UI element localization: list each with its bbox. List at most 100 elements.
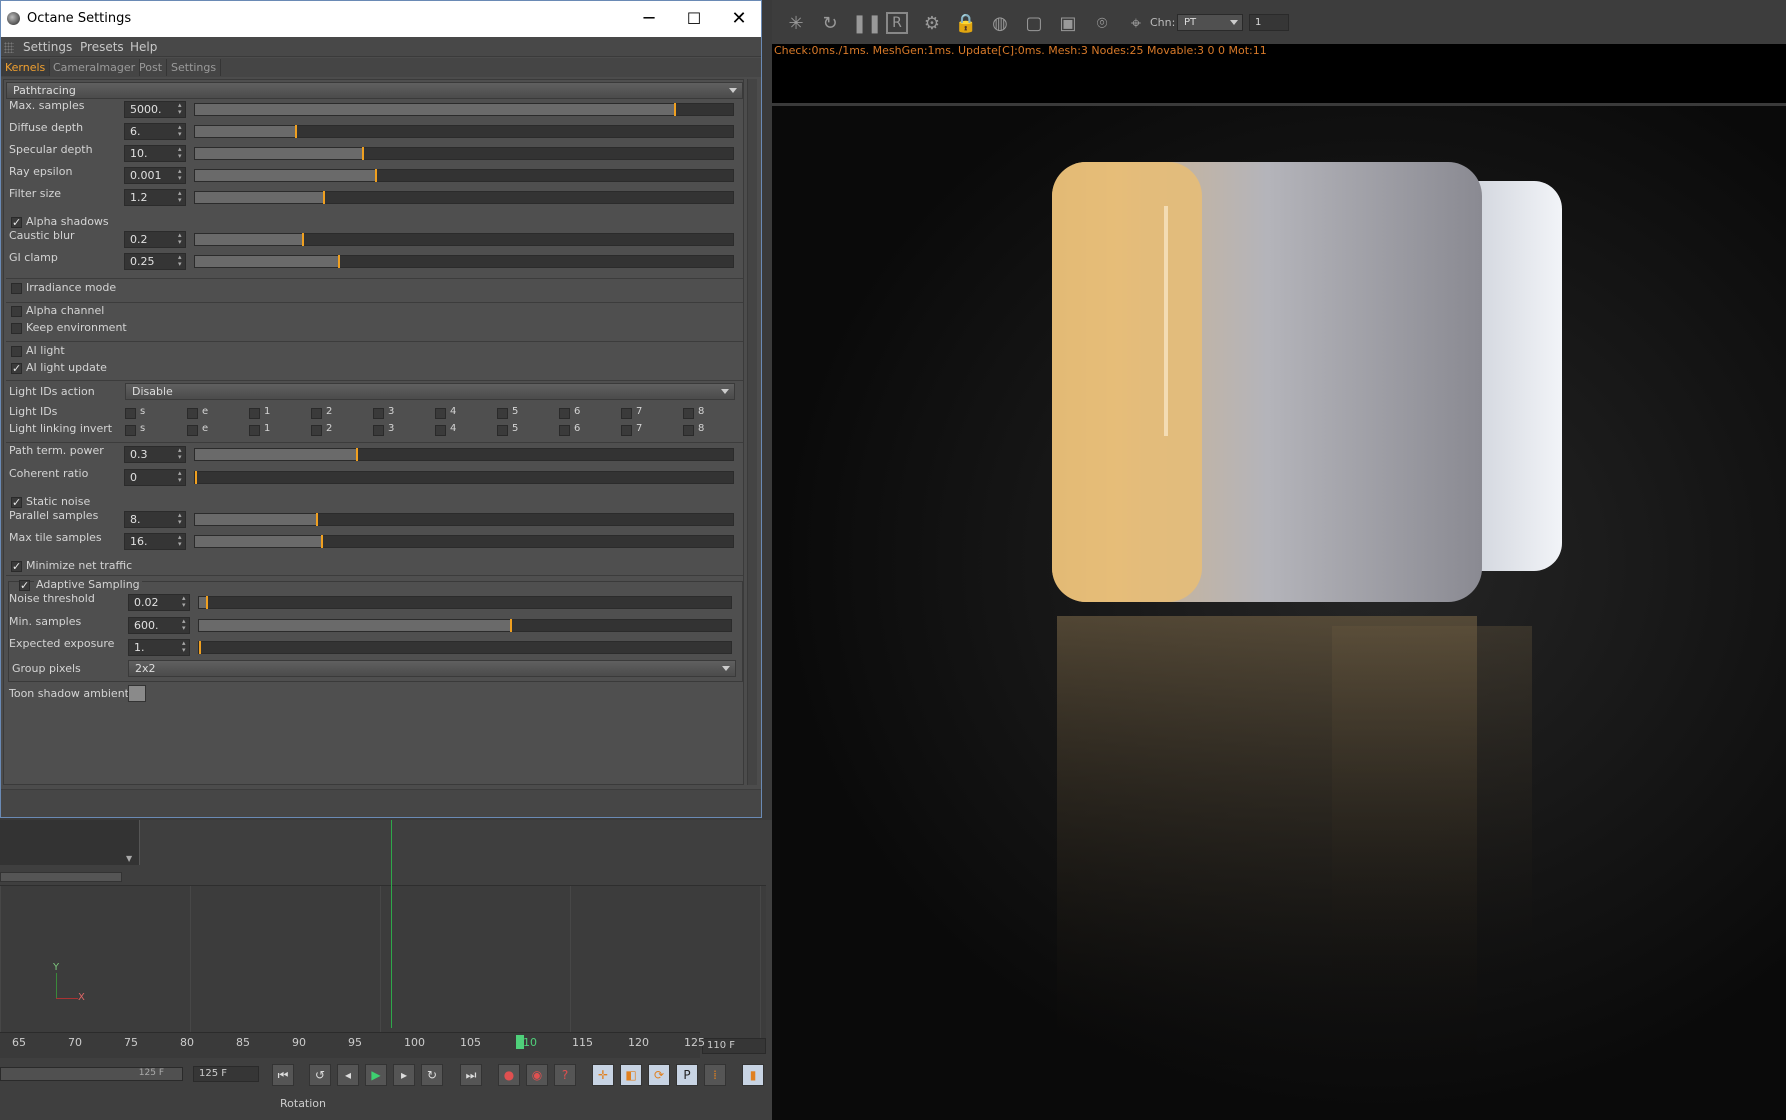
as1-slider[interactable] xyxy=(198,619,732,632)
k0-field[interactable]: 5000. xyxy=(124,101,186,118)
vscroll-arrow[interactable]: ▼ xyxy=(126,854,132,863)
alpha-shadows-checkbox[interactable]: ✓ xyxy=(11,217,22,228)
keep-environment-checkbox[interactable] xyxy=(11,323,22,334)
k30-slider[interactable] xyxy=(194,448,734,461)
k20-slider-handle[interactable] xyxy=(301,233,304,246)
lock-icon[interactable]: 🔒 xyxy=(954,12,978,36)
light-ids-checkbox-8[interactable] xyxy=(683,408,694,419)
k1-slider-handle[interactable] xyxy=(294,125,297,138)
points-key-button[interactable]: ⁞ xyxy=(704,1064,726,1086)
k4-slider-handle[interactable] xyxy=(322,191,325,204)
subsample-icon[interactable]: ▣ xyxy=(1056,12,1080,36)
minimize-button[interactable]: ─ xyxy=(629,5,669,33)
light-linking-invert-checkbox-7[interactable] xyxy=(621,425,632,436)
k31-field[interactable]: 0 xyxy=(124,469,186,486)
k4-field[interactable]: 1.2 xyxy=(124,189,186,206)
channel-select[interactable]: PT xyxy=(1177,14,1243,31)
settings-gear-icon[interactable]: ⚙ xyxy=(920,12,944,36)
restart-icon[interactable]: ↻ xyxy=(818,12,842,36)
k30-slider-handle[interactable] xyxy=(356,448,359,461)
light-ids-checkbox-6[interactable] xyxy=(559,408,570,419)
k2-field[interactable]: 10. xyxy=(124,145,186,162)
k31-slider[interactable] xyxy=(194,471,734,484)
prev-key-button[interactable]: ↺ xyxy=(309,1064,331,1086)
k41-field[interactable]: 16. xyxy=(124,533,186,550)
region-render-icon[interactable]: R xyxy=(886,12,908,34)
light-linking-invert-checkbox-5[interactable] xyxy=(497,425,508,436)
light-linking-invert-checkbox-e[interactable] xyxy=(187,425,198,436)
record-button[interactable]: ● xyxy=(498,1064,520,1086)
light-linking-invert-checkbox-3[interactable] xyxy=(373,425,384,436)
light-linking-invert-checkbox-6[interactable] xyxy=(559,425,570,436)
menu-help[interactable]: Help xyxy=(130,40,157,54)
play-button[interactable]: ▶ xyxy=(365,1064,387,1086)
ai-light-checkbox[interactable] xyxy=(11,346,22,357)
light-ids-checkbox-e[interactable] xyxy=(187,408,198,419)
k20-field[interactable]: 0.2 xyxy=(124,231,186,248)
render-viewport[interactable] xyxy=(772,106,1786,1120)
range-bar[interactable]: 125 F xyxy=(0,1067,183,1081)
light-linking-invert-checkbox-1[interactable] xyxy=(249,425,260,436)
as1-slider-handle[interactable] xyxy=(510,619,513,632)
window-scrollbar[interactable] xyxy=(747,79,757,785)
timeline-view-button[interactable]: ▮ xyxy=(742,1064,764,1086)
as2-slider-handle[interactable] xyxy=(199,641,201,654)
focus-pick-icon[interactable]: ⌾ xyxy=(1090,12,1114,36)
k3-slider[interactable] xyxy=(194,169,734,182)
frame-field[interactable]: 110 F xyxy=(702,1038,766,1054)
next-frame-button[interactable]: ▸ xyxy=(393,1064,415,1086)
k0-slider[interactable] xyxy=(194,103,734,116)
close-button[interactable]: ✕ xyxy=(719,5,759,33)
light-ids-checkbox-5[interactable] xyxy=(497,408,508,419)
clay-mode-icon[interactable]: ▢ xyxy=(1022,12,1046,36)
material-pick-icon[interactable]: ⌖ xyxy=(1124,12,1148,36)
k0-slider-handle[interactable] xyxy=(673,103,676,116)
render-start-icon[interactable]: ✳ xyxy=(784,12,808,36)
minimize-net-traffic-checkbox[interactable]: ✓ xyxy=(11,561,22,572)
k4-slider[interactable] xyxy=(194,191,734,204)
k21-slider[interactable] xyxy=(194,255,734,268)
tab-post[interactable]: Post xyxy=(135,59,168,76)
go-to-end-button[interactable]: ⏭ xyxy=(460,1064,482,1086)
adaptive-sampling-checkbox[interactable]: ✓ xyxy=(19,580,30,591)
alpha-channel-checkbox[interactable] xyxy=(11,306,22,317)
k40-field[interactable]: 8. xyxy=(124,511,186,528)
light-ids-checkbox-7[interactable] xyxy=(621,408,632,419)
static-noise-checkbox[interactable]: ✓ xyxy=(11,497,22,508)
k3-field[interactable]: 0.001 xyxy=(124,167,186,184)
material-preview-icon[interactable]: ◍ xyxy=(988,12,1012,36)
menu-settings[interactable]: Settings xyxy=(23,40,72,54)
as0-field[interactable]: 0.02 xyxy=(128,594,190,611)
light-ids-checkbox-3[interactable] xyxy=(373,408,384,419)
pause-icon[interactable]: ❚❚ xyxy=(852,12,882,36)
as2-field[interactable]: 1. xyxy=(128,639,190,656)
k1-field[interactable]: 6. xyxy=(124,123,186,140)
as0-slider[interactable] xyxy=(198,596,732,609)
k40-slider-handle[interactable] xyxy=(315,513,318,526)
k1-slider[interactable] xyxy=(194,125,734,138)
kernel-dropdown[interactable]: Pathtracing xyxy=(6,82,743,99)
light-ids-checkbox-2[interactable] xyxy=(311,408,322,419)
channel-number-field[interactable]: 1 xyxy=(1249,14,1289,31)
k21-field[interactable]: 0.25 xyxy=(124,253,186,270)
as1-field[interactable]: 600. xyxy=(128,617,190,634)
irradiance-mode-checkbox[interactable] xyxy=(11,283,22,294)
light-linking-invert-checkbox-8[interactable] xyxy=(683,425,694,436)
k2-slider[interactable] xyxy=(194,147,734,160)
tab-settings[interactable]: Settings xyxy=(167,59,222,76)
k30-field[interactable]: 0.3 xyxy=(124,446,186,463)
k41-slider-handle[interactable] xyxy=(321,535,324,548)
maximize-button[interactable]: ☐ xyxy=(674,5,714,33)
as0-slider-handle[interactable] xyxy=(205,596,208,609)
k20-slider[interactable] xyxy=(194,233,734,246)
light-ids-checkbox-s[interactable] xyxy=(125,408,136,419)
param-key-button[interactable]: P xyxy=(676,1064,698,1086)
light-linking-invert-checkbox-4[interactable] xyxy=(435,425,446,436)
go-to-start-button[interactable]: ⏮ xyxy=(272,1064,294,1086)
light-linking-invert-checkbox-2[interactable] xyxy=(311,425,322,436)
light-ids-action-dropdown[interactable]: Disable xyxy=(125,383,735,400)
scale-key-button[interactable]: ◧ xyxy=(620,1064,642,1086)
group-pixels-dropdown[interactable]: 2x2 xyxy=(128,660,736,677)
k41-slider[interactable] xyxy=(194,535,734,548)
menu-presets[interactable]: Presets xyxy=(80,40,124,54)
